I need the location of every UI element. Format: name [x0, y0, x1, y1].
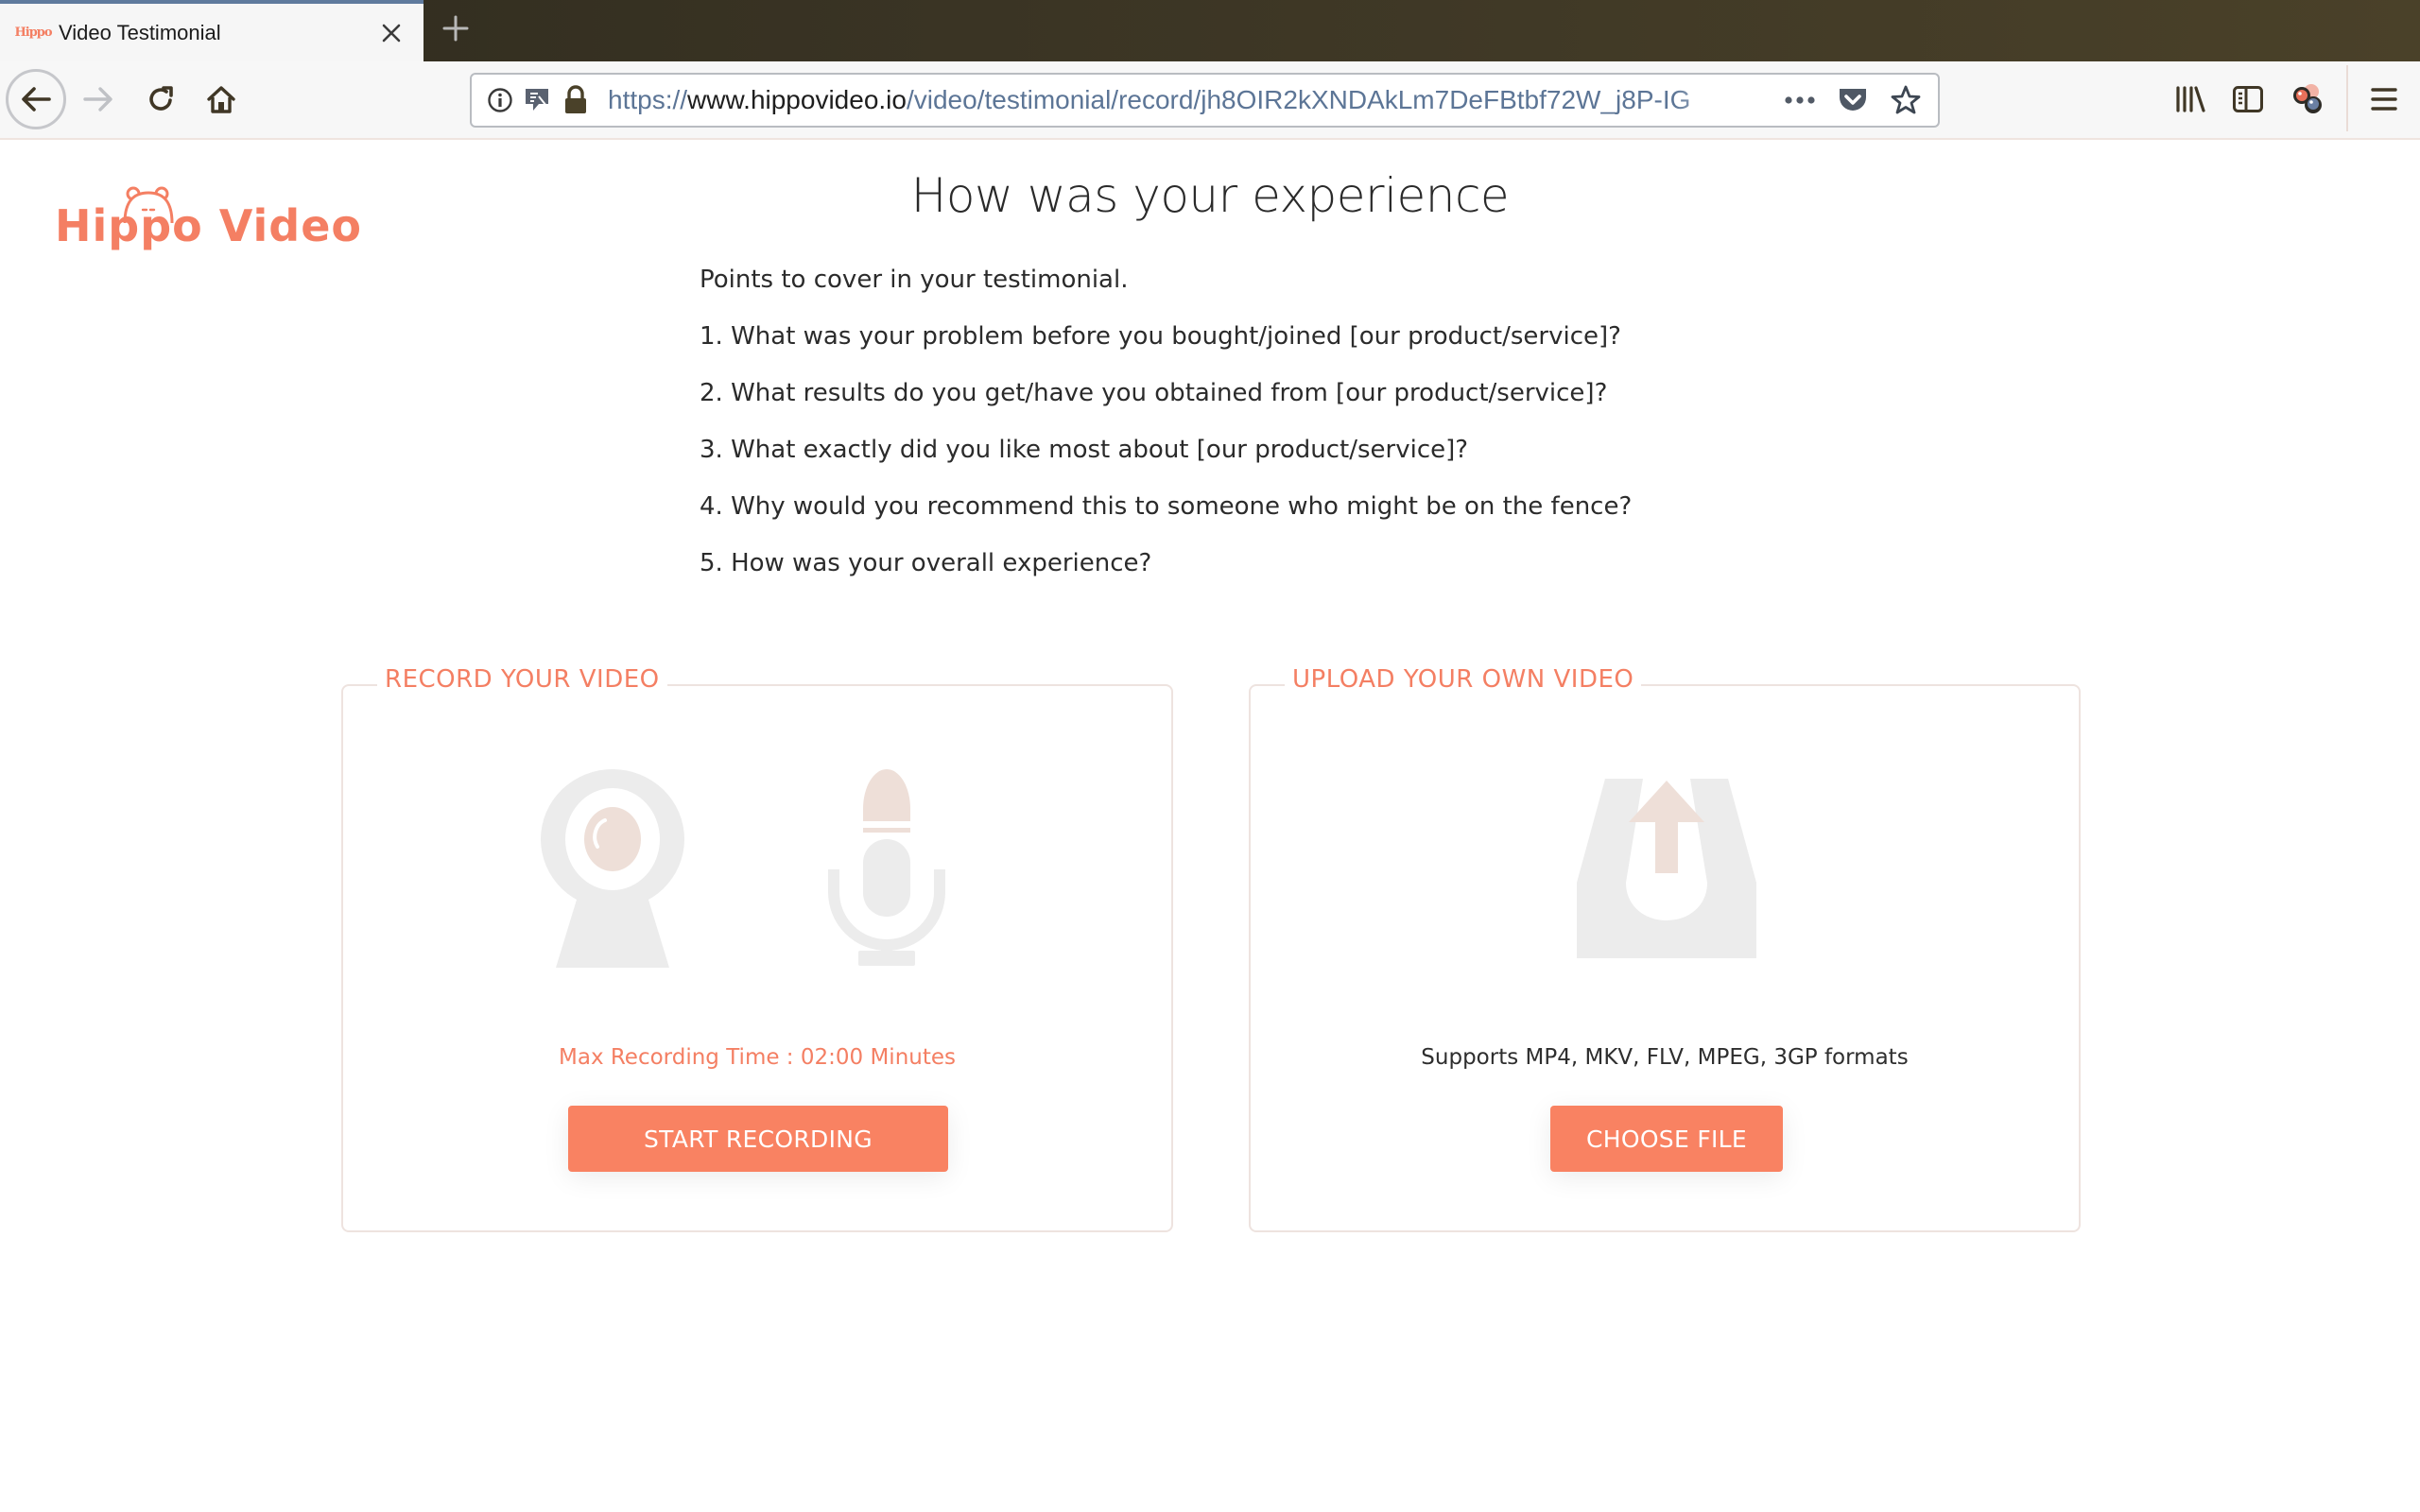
supported-formats: Supports MP4, MKV, FLV, MPEG, 3GP format… — [1421, 1045, 1909, 1070]
point-item: 4. Why would you recommend this to someo… — [700, 492, 1633, 521]
close-icon — [382, 24, 401, 42]
point-item: 3. What exactly did you like most about … — [700, 436, 1469, 464]
testimonial-points: Points to cover in your testimonial. 1. … — [700, 263, 1632, 603]
page-content: Hippo Video How was your experience Poin… — [0, 140, 2420, 1512]
back-arrow-icon — [22, 87, 51, 112]
ellipsis-icon — [1785, 96, 1815, 104]
forward-button[interactable] — [68, 69, 129, 129]
info-icon — [488, 88, 512, 112]
home-button[interactable] — [191, 69, 251, 129]
library-icon — [2176, 86, 2205, 112]
forward-arrow-icon — [83, 87, 112, 112]
webcam-icon — [541, 769, 684, 968]
lock-icon — [565, 85, 586, 113]
point-item: 1. What was your problem before you boug… — [700, 322, 1621, 351]
library-button[interactable] — [2160, 69, 2221, 129]
url-text[interactable]: https://www.hippovideo.io/video/testimon… — [608, 85, 1742, 115]
tab-video-testimonial[interactable]: Hippo Video Testimonial — [0, 0, 424, 61]
back-button[interactable] — [6, 69, 66, 129]
extension-button[interactable] — [2278, 69, 2339, 129]
reload-icon — [149, 86, 173, 111]
save-to-pocket-button[interactable] — [1826, 75, 1879, 126]
address-bar[interactable]: https://www.hippovideo.io/video/testimon… — [470, 73, 1940, 128]
page-actions-button[interactable] — [1773, 75, 1826, 126]
pocket-icon — [1840, 89, 1866, 111]
star-icon — [1891, 85, 1921, 114]
navigation-toolbar: https://www.hippovideo.io/video/testimon… — [0, 61, 2420, 140]
record-video-panel: RECORD YOUR VIDEO Max Recording Time : 0… — [341, 665, 1173, 1232]
page-actions — [1773, 75, 1932, 126]
sidebar-toggle-button[interactable] — [2218, 69, 2278, 129]
points-intro: Points to cover in your testimonial. — [700, 266, 1129, 294]
extension-icon — [2293, 84, 2322, 113]
secure-connection-indicator[interactable] — [561, 83, 591, 117]
upload-video-panel: UPLOAD YOUR OWN VIDEO Supports MP4, MKV,… — [1249, 665, 2081, 1232]
hamburger-menu-icon — [2371, 88, 2397, 111]
record-panel-legend: RECORD YOUR VIDEO — [377, 665, 667, 694]
tab-strip: Hippo Video Testimonial — [0, 0, 2420, 61]
new-tab-button[interactable] — [435, 8, 476, 49]
toolbar-divider — [2346, 65, 2348, 131]
point-item: 5. How was your overall experience? — [700, 549, 1152, 577]
start-recording-button[interactable]: START RECORDING — [568, 1106, 948, 1172]
site-info-button[interactable] — [485, 83, 515, 117]
choose-file-button[interactable]: CHOOSE FILE — [1550, 1106, 1783, 1172]
permissions-icon — [526, 89, 549, 112]
microphone-icon — [828, 769, 945, 966]
permissions-button[interactable] — [523, 83, 553, 117]
bookmark-button[interactable] — [1879, 75, 1932, 126]
hippo-favicon-icon: Hippo — [14, 26, 52, 40]
reload-button[interactable] — [130, 69, 191, 129]
page-title: How was your experience — [910, 168, 1510, 223]
upload-panel-legend: UPLOAD YOUR OWN VIDEO — [1285, 665, 1642, 694]
upload-tray-icon — [1577, 779, 1756, 958]
home-icon — [207, 86, 235, 113]
point-item: 2. What results do you get/have you obta… — [700, 379, 1608, 407]
open-menu-button[interactable] — [2354, 69, 2414, 129]
close-tab-button[interactable] — [372, 14, 410, 52]
plus-icon — [442, 15, 469, 42]
sidebar-icon — [2233, 86, 2263, 112]
tab-title: Video Testimonial — [59, 20, 221, 44]
max-recording-time: Max Recording Time : 02:00 Minutes — [559, 1045, 956, 1070]
